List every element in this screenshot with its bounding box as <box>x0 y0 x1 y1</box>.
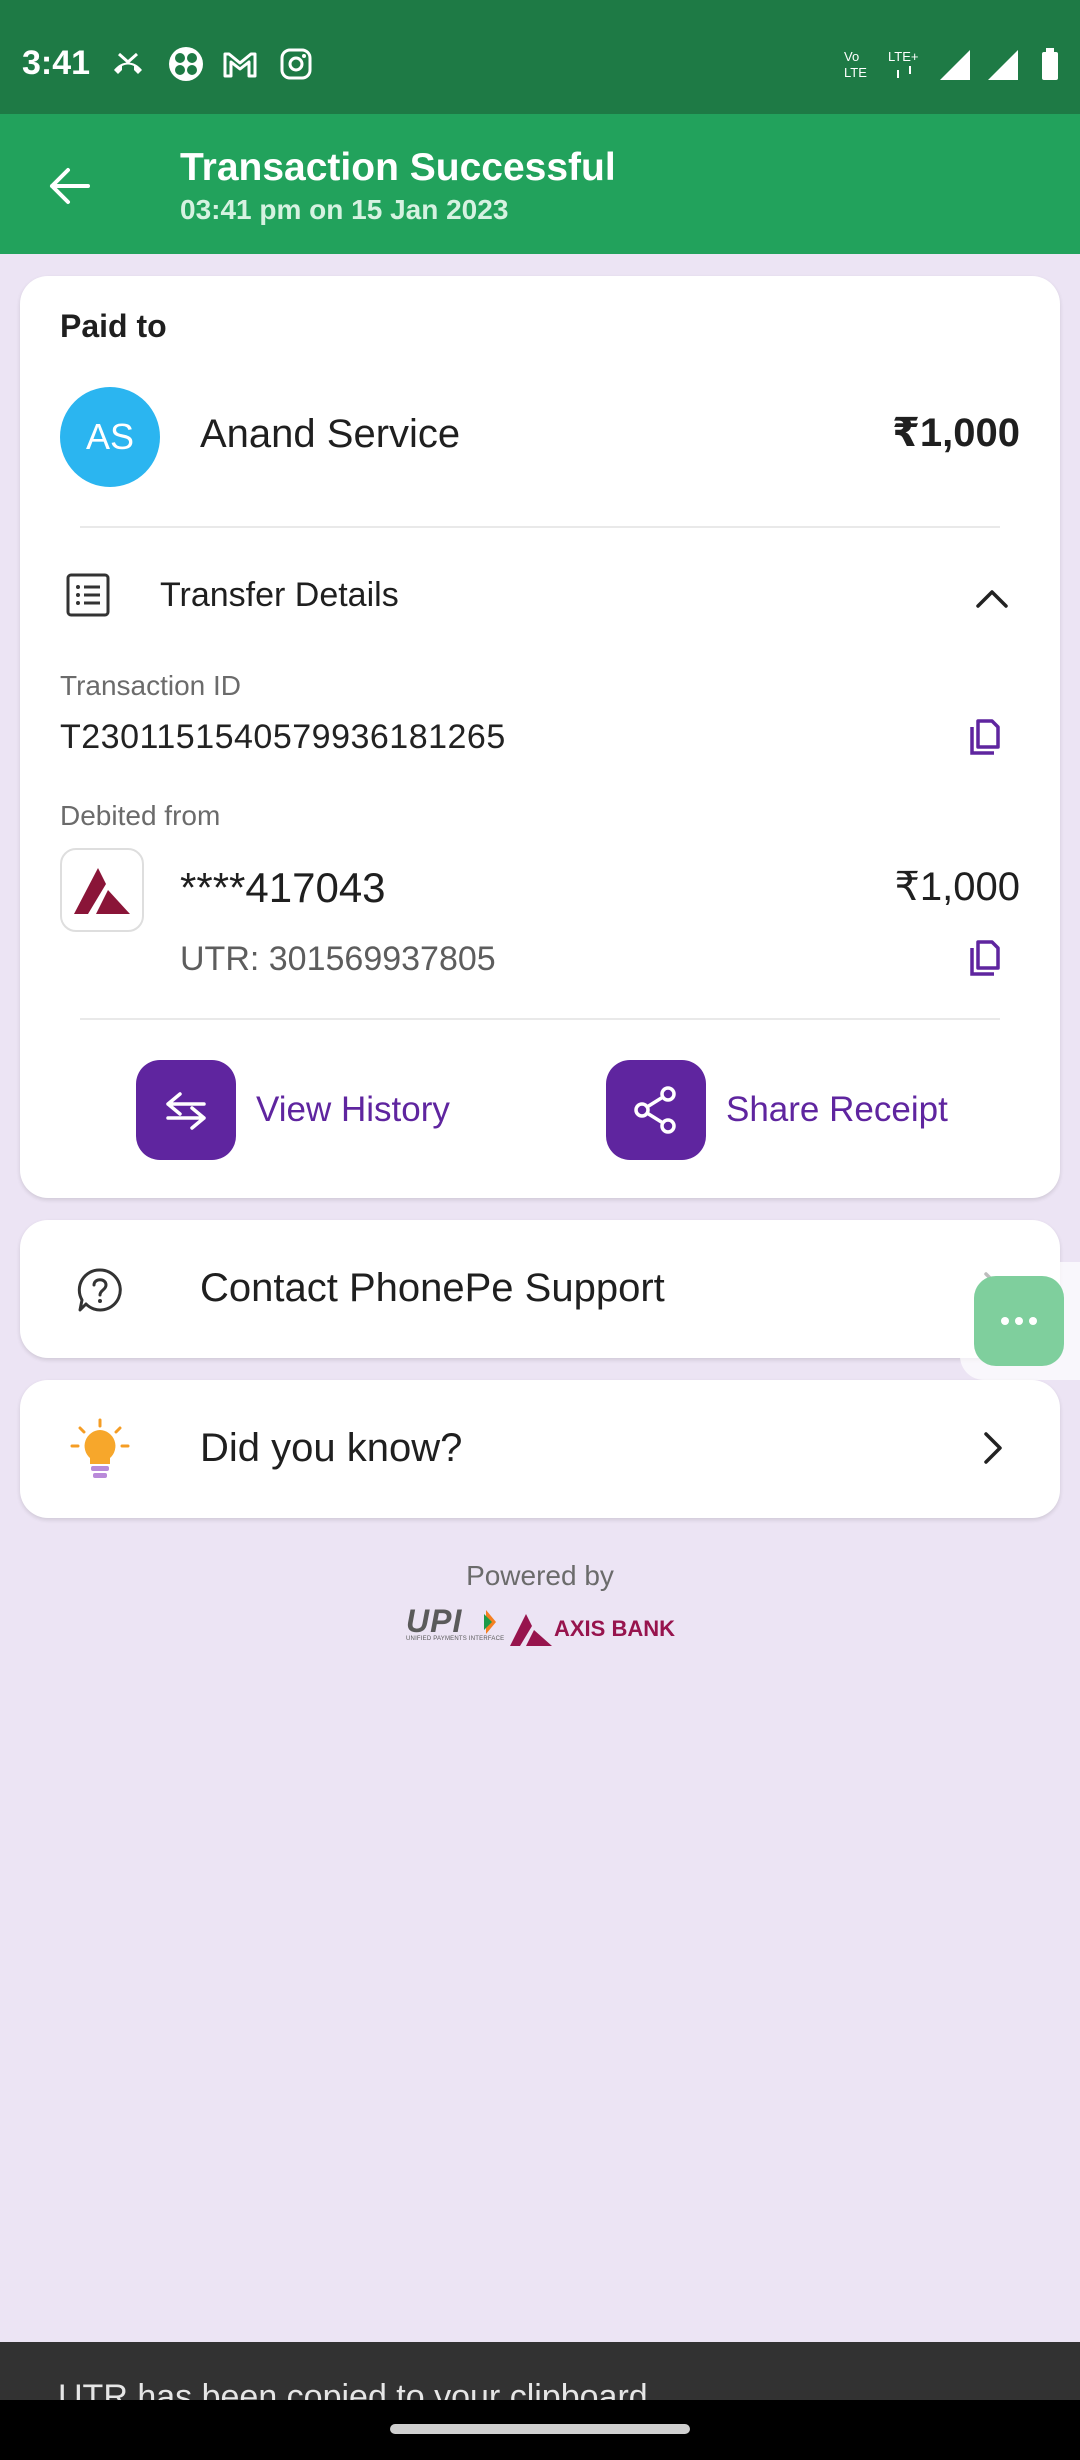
gmail-icon <box>223 52 257 78</box>
page-title: Transaction Successful <box>180 146 616 189</box>
upi-arrow-icon <box>484 1610 496 1634</box>
upi-tagline: UNIFIED PAYMENTS INTERFACE <box>406 1636 505 1642</box>
transaction-id-label: Transaction ID <box>60 670 242 701</box>
avatar-initials: AS <box>85 416 135 457</box>
axis-bank-logo-icon <box>60 848 144 932</box>
powered-by-label: Powered by <box>466 1560 614 1591</box>
chevron-right-icon <box>984 1432 1002 1464</box>
share-receipt-icon-box <box>606 1060 706 1160</box>
help-chat-icon <box>77 1268 122 1312</box>
upi-logo: UPI UNIFIED PAYMENTS INTERFACE <box>406 1605 505 1648</box>
share-receipt-button[interactable]: Share Receipt <box>606 1060 986 1160</box>
signal-icon <box>940 50 970 80</box>
chat-fab-button[interactable] <box>974 1276 1064 1366</box>
home-gesture-handle[interactable] <box>390 2424 690 2434</box>
view-history-button[interactable]: View History <box>136 1060 466 1160</box>
svg-text:LTE: LTE <box>844 65 867 80</box>
share-receipt-label: Share Receipt <box>726 1090 948 1129</box>
view-history-icon-box <box>136 1060 236 1160</box>
share-icon <box>634 1086 676 1134</box>
volte-icon: Vo LTE <box>844 49 867 80</box>
missed-call-icon <box>114 52 142 74</box>
copy-transaction-id-icon[interactable] <box>964 717 1004 757</box>
lte-plus-icon: LTE+ <box>888 49 918 78</box>
divider <box>80 526 1000 528</box>
axis-bank-footer-icon <box>510 1614 552 1646</box>
lightbulb-icon <box>70 1418 130 1478</box>
avatar: AS <box>60 387 160 487</box>
more-dots-icon <box>1001 1317 1037 1325</box>
did-you-know-row[interactable] <box>20 1380 1060 1518</box>
transaction-id-value: T2301151540579936181265 <box>60 718 506 756</box>
utr-number: UTR: 301569937805 <box>180 940 496 978</box>
svg-text:LTE+: LTE+ <box>888 49 918 64</box>
swap-arrows-icon <box>166 1092 206 1130</box>
chevron-up-icon[interactable] <box>974 580 1010 616</box>
pinwheel-icon <box>169 47 203 81</box>
contact-support-label: Contact PhonePe Support <box>200 1266 665 1310</box>
debited-amount: ₹1,000 <box>894 865 1020 909</box>
signal-icon <box>988 50 1018 80</box>
paid-to-label: Paid to <box>60 308 167 344</box>
did-you-know-label: Did you know? <box>200 1426 463 1470</box>
axis-bank-footer-text: AXIS BANK <box>554 1616 676 1641</box>
debited-account-number: ****417043 <box>180 864 386 911</box>
instagram-icon <box>280 48 312 80</box>
copy-utr-icon[interactable] <box>964 938 1004 978</box>
receipt-list-icon <box>66 573 110 617</box>
back-arrow-icon[interactable] <box>44 160 96 212</box>
battery-icon <box>1042 48 1058 80</box>
debited-from-label: Debited from <box>60 800 221 831</box>
view-history-label: View History <box>256 1090 450 1129</box>
transfer-details-label: Transfer Details <box>160 576 399 614</box>
status-time: 3:41 <box>22 44 91 82</box>
transaction-timestamp: 03:41 pm on 15 Jan 2023 <box>180 194 509 225</box>
divider <box>80 1018 1000 1020</box>
payee-name: Anand Service <box>200 412 461 456</box>
svg-text:Vo: Vo <box>844 49 859 64</box>
paid-amount: ₹1,000 <box>892 411 1020 455</box>
